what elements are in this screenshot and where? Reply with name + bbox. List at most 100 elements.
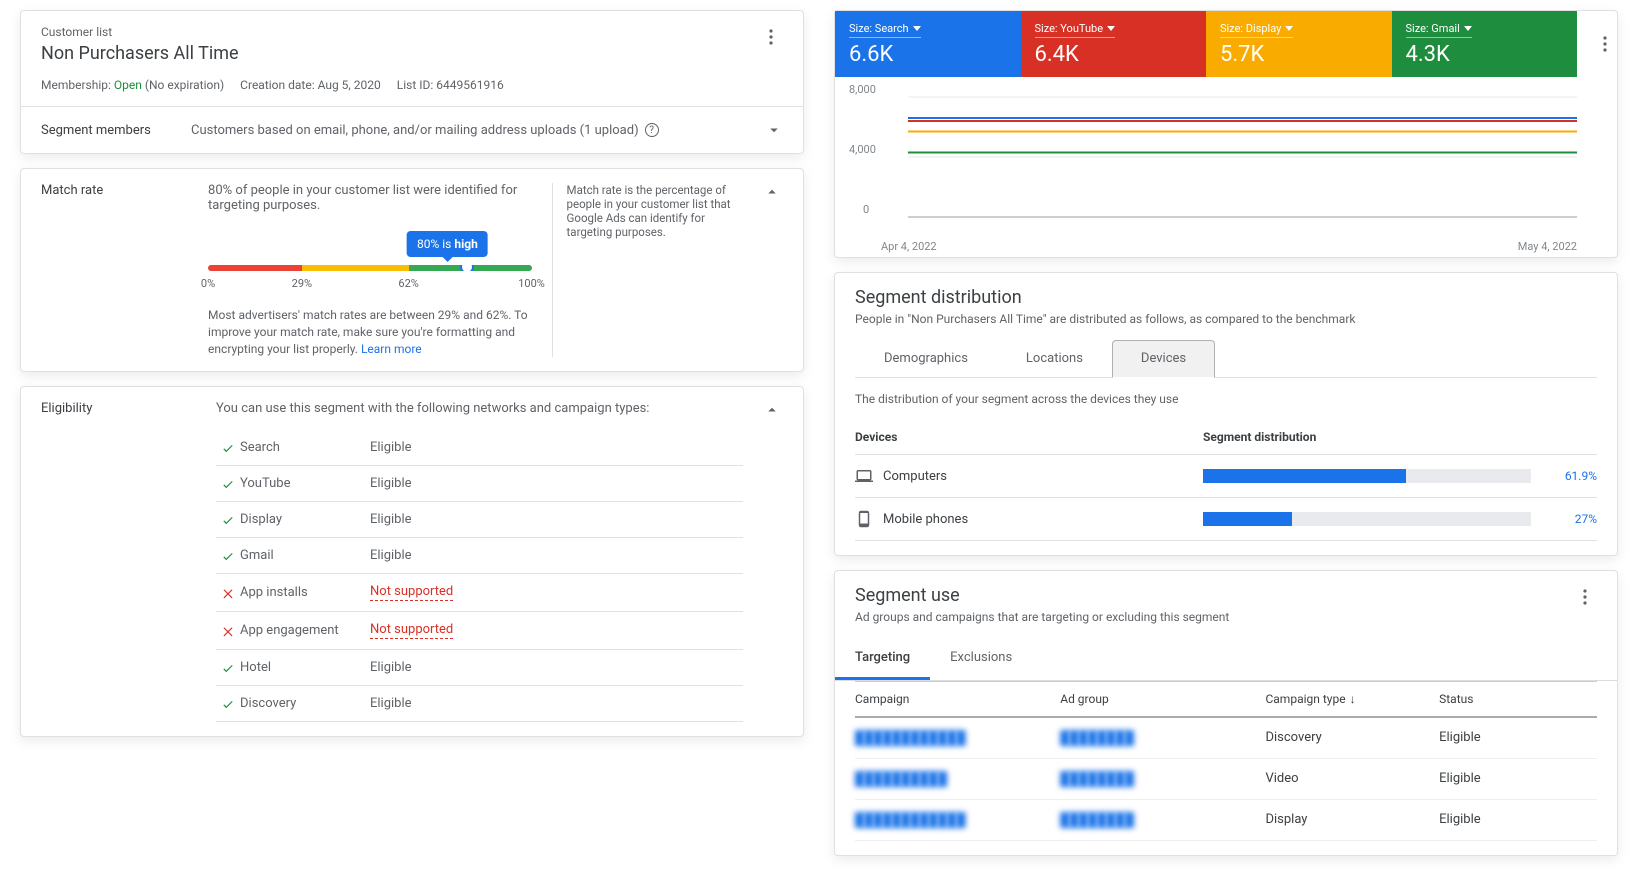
tab-targeting[interactable]: Targeting [835, 638, 930, 680]
tile-value: 5.7K [1220, 42, 1378, 67]
distribution-note: The distribution of your segment across … [855, 392, 1597, 406]
y-tick: 4,000 [849, 143, 876, 156]
col-adgroup: Ad group [1060, 692, 1265, 706]
tab-demographics[interactable]: Demographics [855, 340, 997, 377]
size-tile[interactable]: Size: Display 5.7K [1206, 11, 1392, 77]
match-rate-definition: Match rate is the percentage of people i… [552, 183, 743, 357]
match-rate-ticks: 0% 29% 62% 100% [208, 277, 532, 293]
campaign-status: Eligible [1439, 730, 1597, 746]
check-icon [216, 549, 240, 563]
check-icon [216, 513, 240, 527]
tile-value: 6.4K [1035, 42, 1193, 67]
distribution-sub: People in "Non Purchasers All Time" are … [855, 312, 1597, 326]
campaign-row[interactable]: ██████████ ████████ Video Eligible [855, 759, 1597, 800]
col-campaign-type[interactable]: Campaign type↓ [1265, 692, 1439, 706]
tab-exclusions[interactable]: Exclusions [930, 638, 1032, 680]
match-rate-label: Match rate [41, 183, 188, 198]
x-icon [216, 586, 240, 600]
size-tile[interactable]: Size: Search 6.6K [835, 11, 1021, 77]
campaign-row[interactable]: ████████████ ████████ Discovery Eligible [855, 718, 1597, 759]
adgroup-name: ████████ [1060, 771, 1265, 787]
membership-status: Open [114, 78, 142, 92]
dropdown-icon [913, 26, 921, 31]
device-row: Computers 61.9% [855, 455, 1597, 498]
eligibility-network: Search [240, 440, 370, 455]
eligibility-row: Hotel Eligible [216, 650, 743, 686]
device-name: Mobile phones [883, 512, 1203, 527]
eligibility-label: Eligibility [41, 401, 196, 416]
more-menu-button[interactable] [759, 25, 783, 49]
x-start: Apr 4, 2022 [881, 240, 937, 253]
col-campaign: Campaign [855, 692, 1060, 706]
segment-use-sub: Ad groups and campaigns that are targeti… [855, 610, 1229, 624]
size-chart-card: Size: Search 6.6KSize: YouTube 6.4KSize:… [834, 10, 1618, 258]
device-row: Mobile phones 27% [855, 498, 1597, 541]
eligibility-network: Hotel [240, 660, 370, 675]
customer-list-card: Customer list Non Purchasers All Time Me… [20, 10, 804, 154]
tab-devices[interactable]: Devices [1112, 340, 1215, 378]
list-type-label: Customer list [41, 25, 504, 39]
x-end: May 4, 2022 [1518, 240, 1577, 253]
eligibility-row: YouTube Eligible [216, 466, 743, 502]
eligibility-status: Eligible [370, 476, 412, 491]
campaign-type: Video [1265, 771, 1439, 787]
campaign-name: ████████████ [855, 730, 1060, 746]
eligibility-network: App engagement [240, 623, 370, 638]
list-id: List ID: 6449561916 [397, 78, 504, 92]
x-icon [216, 624, 240, 638]
match-rate-card: Match rate 80% of people in your custome… [20, 168, 804, 372]
more-menu-button[interactable] [1573, 585, 1597, 609]
eligibility-card: Eligibility You can use this segment wit… [20, 386, 804, 737]
eligibility-row: Display Eligible [216, 502, 743, 538]
eligibility-network: Discovery [240, 696, 370, 711]
membership-expiration: (No expiration) [145, 78, 224, 92]
campaign-name: ██████████ [855, 771, 1060, 787]
kebab-icon [1603, 36, 1607, 52]
sort-down-icon: ↓ [1350, 692, 1356, 706]
eligibility-status: Eligible [370, 512, 412, 527]
help-icon[interactable]: ? [645, 123, 659, 137]
size-tile[interactable]: Size: Gmail 4.3K [1392, 11, 1578, 77]
device-pct: 61.9% [1541, 469, 1597, 483]
campaign-status: Eligible [1439, 771, 1597, 787]
segment-distribution-card: Segment distribution People in "Non Purc… [834, 272, 1618, 556]
chevron-up-icon[interactable] [763, 183, 781, 201]
eligibility-row: App engagement Not supported [216, 612, 743, 650]
campaign-type: Discovery [1265, 730, 1439, 746]
tab-locations[interactable]: Locations [997, 340, 1112, 377]
segment-use-tabs: TargetingExclusions [835, 638, 1617, 681]
segment-members-row[interactable]: Segment members Customers based on email… [21, 106, 803, 153]
segment-use-title: Segment use [855, 585, 1229, 606]
y-tick: 0 [863, 203, 869, 216]
check-icon [216, 661, 240, 675]
eligibility-row: App installs Not supported [216, 574, 743, 612]
learn-more-link[interactable]: Learn more [361, 342, 422, 356]
tile-value: 4.3K [1406, 42, 1564, 67]
check-icon [216, 697, 240, 711]
eligibility-status: Eligible [370, 696, 412, 711]
eligibility-status: Eligible [370, 440, 412, 455]
segment-members-label: Segment members [41, 123, 191, 138]
eligibility-network: Gmail [240, 548, 370, 563]
adgroup-name: ████████ [1060, 812, 1265, 828]
mobile-icon [855, 510, 883, 528]
eligibility-network: YouTube [240, 476, 370, 491]
distribution-title: Segment distribution [855, 287, 1597, 308]
check-icon [216, 477, 240, 491]
chevron-up-icon[interactable] [763, 401, 781, 419]
kebab-icon [1583, 589, 1587, 605]
eligibility-status: Not supported [370, 622, 453, 639]
match-rate-note: Most advertisers' match rates are betwee… [208, 307, 532, 357]
eligibility-network: Display [240, 512, 370, 527]
eligibility-status: Not supported [370, 584, 453, 601]
distribution-bar [1203, 512, 1531, 526]
col-segment-distribution: Segment distribution [1203, 430, 1597, 444]
more-menu-button[interactable] [1593, 32, 1617, 56]
dropdown-icon [1107, 26, 1115, 31]
size-tile[interactable]: Size: YouTube 6.4K [1021, 11, 1207, 77]
campaign-row[interactable]: ████████████ ████████ Display Eligible [855, 800, 1597, 841]
dropdown-icon [1464, 26, 1472, 31]
creation-date: Creation date: Aug 5, 2020 [240, 78, 381, 92]
col-devices: Devices [855, 430, 1203, 444]
match-rate-tooltip: 80% is high [407, 231, 488, 257]
